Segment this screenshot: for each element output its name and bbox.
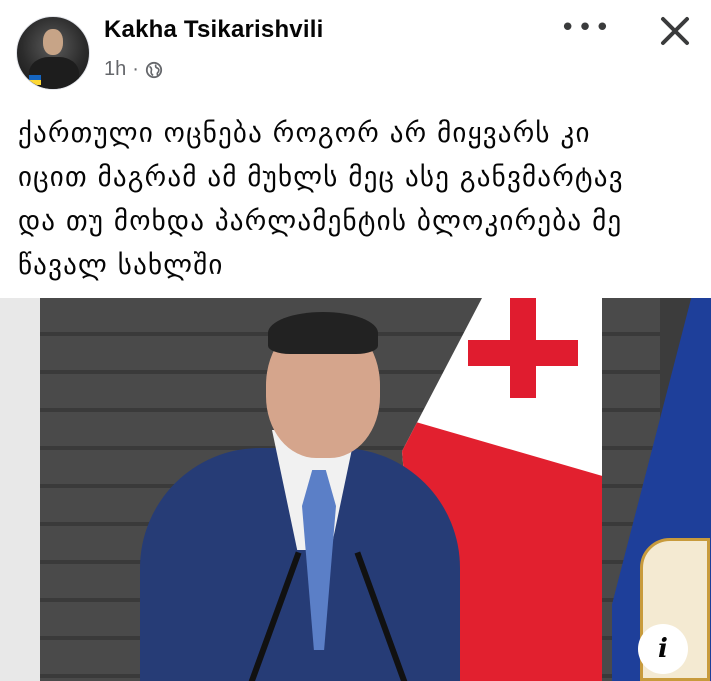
photo-wall-edge bbox=[0, 298, 40, 681]
post-text-line: და თუ მოხდა პარლამენტის ბლოკირება მე bbox=[18, 206, 623, 237]
close-icon[interactable] bbox=[652, 8, 698, 54]
post-text-line: ქართული ოცნება როგორ არ მიყვარს კი bbox=[18, 118, 591, 149]
author-name[interactable]: Kakha Tsikarishvili bbox=[104, 16, 323, 44]
post-meta: 1h · bbox=[104, 58, 163, 81]
post-time[interactable]: 1h bbox=[104, 58, 126, 81]
speaker-hair bbox=[268, 312, 378, 354]
author-avatar[interactable] bbox=[16, 16, 90, 90]
avatar-body bbox=[29, 57, 79, 89]
globe-icon[interactable] bbox=[145, 61, 163, 79]
post-text-line: იცით მაგრამ ამ მუხლს მეც ასე განვმარტავ bbox=[18, 162, 624, 193]
post-photo[interactable]: i bbox=[0, 298, 711, 681]
more-options-icon[interactable]: ••• bbox=[560, 12, 610, 52]
avatar-face bbox=[43, 29, 63, 55]
ukraine-flag-icon bbox=[29, 75, 41, 85]
meta-separator: · bbox=[132, 58, 139, 80]
info-icon[interactable]: i bbox=[638, 624, 688, 674]
post-text: ქართული ოცნება როგორ არ მიყვარს კი იცით … bbox=[18, 112, 688, 288]
post-header: Kakha Tsikarishvili 1h · ••• bbox=[0, 0, 711, 96]
post-text-line: წავალ სახლში bbox=[18, 250, 224, 281]
